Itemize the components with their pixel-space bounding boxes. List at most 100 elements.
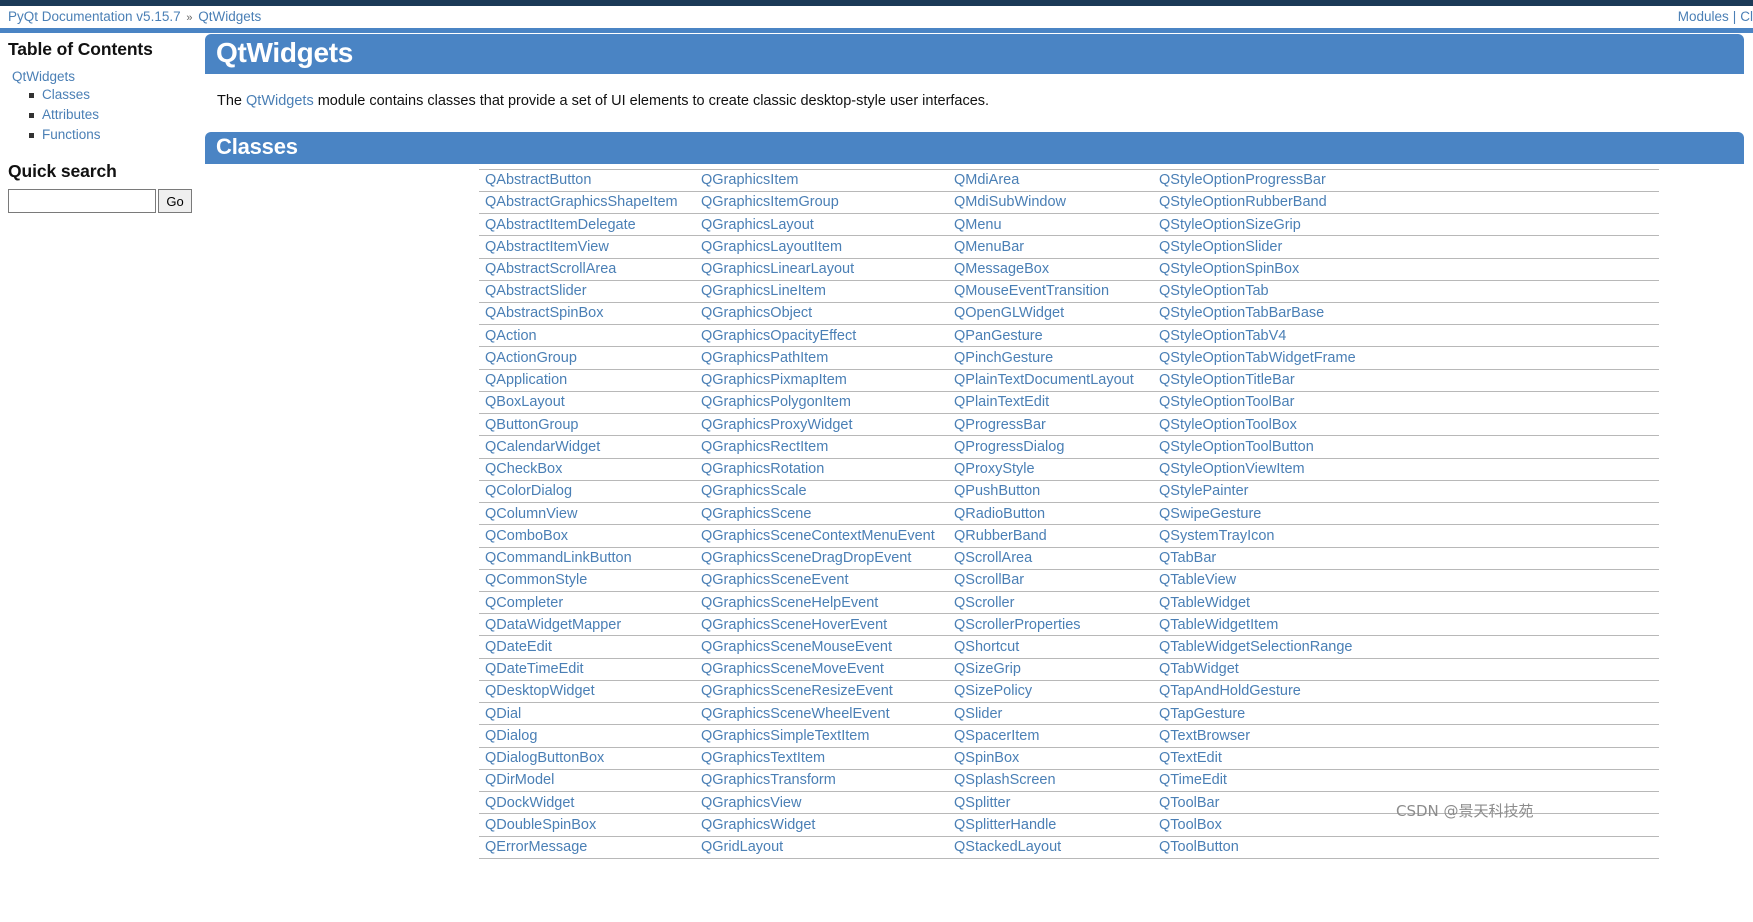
class-link[interactable]: QSpacerItem bbox=[954, 728, 1039, 744]
class-link[interactable]: QGraphicsView bbox=[701, 795, 801, 811]
class-link[interactable]: QGraphicsSceneMoveEvent bbox=[701, 661, 884, 677]
class-link[interactable]: QColorDialog bbox=[485, 483, 572, 499]
class-link[interactable]: QGraphicsPolygonItem bbox=[701, 394, 851, 410]
class-link[interactable]: QScroller bbox=[954, 595, 1014, 611]
class-link[interactable]: QSlider bbox=[954, 706, 1002, 722]
class-link[interactable]: QGraphicsOpacityEffect bbox=[701, 328, 856, 344]
class-link[interactable]: QTapGesture bbox=[1159, 706, 1245, 722]
class-link[interactable]: QGraphicsPixmapItem bbox=[701, 372, 847, 388]
class-link[interactable]: QToolBar bbox=[1159, 795, 1219, 811]
class-link[interactable]: QGraphicsPathItem bbox=[701, 350, 828, 366]
class-link[interactable]: QProxyStyle bbox=[954, 461, 1035, 477]
class-link[interactable]: QMessageBox bbox=[954, 261, 1049, 277]
class-link[interactable]: QTableWidgetItem bbox=[1159, 617, 1278, 633]
class-link[interactable]: QAbstractGraphicsShapeItem bbox=[485, 194, 678, 210]
class-link[interactable]: QActionGroup bbox=[485, 350, 577, 366]
class-link[interactable]: QProgressBar bbox=[954, 417, 1046, 433]
class-link[interactable]: QGraphicsItem bbox=[701, 172, 799, 188]
toc-link-classes[interactable]: Classes bbox=[42, 87, 90, 102]
class-link[interactable]: QStyleOptionToolBar bbox=[1159, 394, 1294, 410]
toc-root-item[interactable]: QtWidgets Classes Attributes Functions bbox=[8, 68, 188, 145]
class-link[interactable]: QSpinBox bbox=[954, 750, 1019, 766]
class-link[interactable]: QGraphicsSceneDragDropEvent bbox=[701, 550, 911, 566]
class-link[interactable]: QStyleOptionToolButton bbox=[1159, 439, 1314, 455]
intro-module-link[interactable]: QtWidgets bbox=[246, 93, 314, 109]
class-link[interactable]: QGraphicsRectItem bbox=[701, 439, 828, 455]
class-link[interactable]: QMouseEventTransition bbox=[954, 283, 1109, 299]
toc-link-attributes[interactable]: Attributes bbox=[42, 107, 99, 122]
class-link[interactable]: QPushButton bbox=[954, 483, 1040, 499]
class-link[interactable]: QSystemTrayIcon bbox=[1159, 528, 1275, 544]
class-link[interactable]: QDockWidget bbox=[485, 795, 574, 811]
class-link[interactable]: QGridLayout bbox=[701, 839, 783, 855]
class-link[interactable]: QStyleOptionSlider bbox=[1159, 239, 1282, 255]
class-link[interactable]: QGraphicsProxyWidget bbox=[701, 417, 853, 433]
class-link[interactable]: QPlainTextEdit bbox=[954, 394, 1049, 410]
toc-subitem-functions[interactable]: Functions bbox=[28, 125, 188, 145]
class-link[interactable]: QRadioButton bbox=[954, 506, 1045, 522]
class-link[interactable]: QGraphicsSceneMouseEvent bbox=[701, 639, 892, 655]
class-link[interactable]: QCheckBox bbox=[485, 461, 562, 477]
class-link[interactable]: QGraphicsWidget bbox=[701, 817, 815, 833]
class-link[interactable]: QAbstractScrollArea bbox=[485, 261, 616, 277]
class-link[interactable]: QAbstractItemDelegate bbox=[485, 217, 636, 233]
class-link[interactable]: QErrorMessage bbox=[485, 839, 587, 855]
breadcrumb-item-qtwidgets[interactable]: QtWidgets bbox=[198, 9, 261, 24]
class-link[interactable]: QGraphicsLayout bbox=[701, 217, 814, 233]
class-link[interactable]: QMdiSubWindow bbox=[954, 194, 1066, 210]
breadcrumb-item-docs[interactable]: PyQt Documentation v5.15.7 bbox=[8, 9, 181, 24]
class-link[interactable]: QGraphicsTextItem bbox=[701, 750, 825, 766]
class-link[interactable]: QAbstractItemView bbox=[485, 239, 609, 255]
class-link[interactable]: QGraphicsSceneEvent bbox=[701, 572, 849, 588]
class-link[interactable]: QDirModel bbox=[485, 772, 554, 788]
class-link[interactable]: QStyleOptionTab bbox=[1159, 283, 1269, 299]
class-link[interactable]: QScrollerProperties bbox=[954, 617, 1081, 633]
class-link[interactable]: QGraphicsScale bbox=[701, 483, 807, 499]
class-link[interactable]: QAbstractSlider bbox=[485, 283, 587, 299]
class-link[interactable]: QSplitter bbox=[954, 795, 1010, 811]
class-link[interactable]: QGraphicsItemGroup bbox=[701, 194, 839, 210]
class-link[interactable]: QStyleOptionProgressBar bbox=[1159, 172, 1326, 188]
class-link[interactable]: QButtonGroup bbox=[485, 417, 579, 433]
class-link[interactable]: QGraphicsLayoutItem bbox=[701, 239, 842, 255]
class-link[interactable]: QDateEdit bbox=[485, 639, 552, 655]
class-link[interactable]: QCommandLinkButton bbox=[485, 550, 632, 566]
class-link[interactable]: QStyleOptionViewItem bbox=[1159, 461, 1305, 477]
class-link[interactable]: QAbstractSpinBox bbox=[485, 305, 603, 321]
class-link[interactable]: QGraphicsScene bbox=[701, 506, 811, 522]
class-link[interactable]: QStyleOptionTabBarBase bbox=[1159, 305, 1324, 321]
class-link[interactable]: QGraphicsSceneHelpEvent bbox=[701, 595, 878, 611]
class-link[interactable]: QRubberBand bbox=[954, 528, 1047, 544]
class-link[interactable]: QDialogButtonBox bbox=[485, 750, 604, 766]
class-link[interactable]: QGraphicsTransform bbox=[701, 772, 836, 788]
class-link[interactable]: QStyleOptionToolBox bbox=[1159, 417, 1297, 433]
toc-link-qtwidgets[interactable]: QtWidgets bbox=[8, 68, 188, 85]
class-link[interactable]: QGraphicsSceneContextMenuEvent bbox=[701, 528, 935, 544]
class-link[interactable]: QGraphicsSceneHoverEvent bbox=[701, 617, 887, 633]
class-link[interactable]: QStyleOptionTabV4 bbox=[1159, 328, 1286, 344]
class-link[interactable]: QPinchGesture bbox=[954, 350, 1053, 366]
class-link[interactable]: QStyleOptionSizeGrip bbox=[1159, 217, 1301, 233]
class-link[interactable]: QSizeGrip bbox=[954, 661, 1021, 677]
class-link[interactable]: QGraphicsRotation bbox=[701, 461, 824, 477]
class-link[interactable]: QDoubleSpinBox bbox=[485, 817, 596, 833]
nav-link-modules[interactable]: Modules bbox=[1678, 9, 1729, 24]
class-link[interactable]: QTextEdit bbox=[1159, 750, 1222, 766]
class-link[interactable]: QGraphicsSimpleTextItem bbox=[701, 728, 869, 744]
class-link[interactable]: QScrollBar bbox=[954, 572, 1024, 588]
class-link[interactable]: QProgressDialog bbox=[954, 439, 1064, 455]
class-link[interactable]: QAction bbox=[485, 328, 537, 344]
class-link[interactable]: QMenuBar bbox=[954, 239, 1024, 255]
class-link[interactable]: QDataWidgetMapper bbox=[485, 617, 621, 633]
class-link[interactable]: QStackedLayout bbox=[954, 839, 1061, 855]
class-link[interactable]: QGraphicsSceneWheelEvent bbox=[701, 706, 890, 722]
class-link[interactable]: QAbstractButton bbox=[485, 172, 591, 188]
class-link[interactable]: QShortcut bbox=[954, 639, 1019, 655]
class-link[interactable]: QPanGesture bbox=[954, 328, 1043, 344]
class-link[interactable]: QGraphicsLinearLayout bbox=[701, 261, 854, 277]
class-link[interactable]: QSplashScreen bbox=[954, 772, 1056, 788]
class-link[interactable]: QOpenGLWidget bbox=[954, 305, 1064, 321]
class-link[interactable]: QTabWidget bbox=[1159, 661, 1239, 677]
class-link[interactable]: QDial bbox=[485, 706, 521, 722]
class-link[interactable]: QComboBox bbox=[485, 528, 568, 544]
